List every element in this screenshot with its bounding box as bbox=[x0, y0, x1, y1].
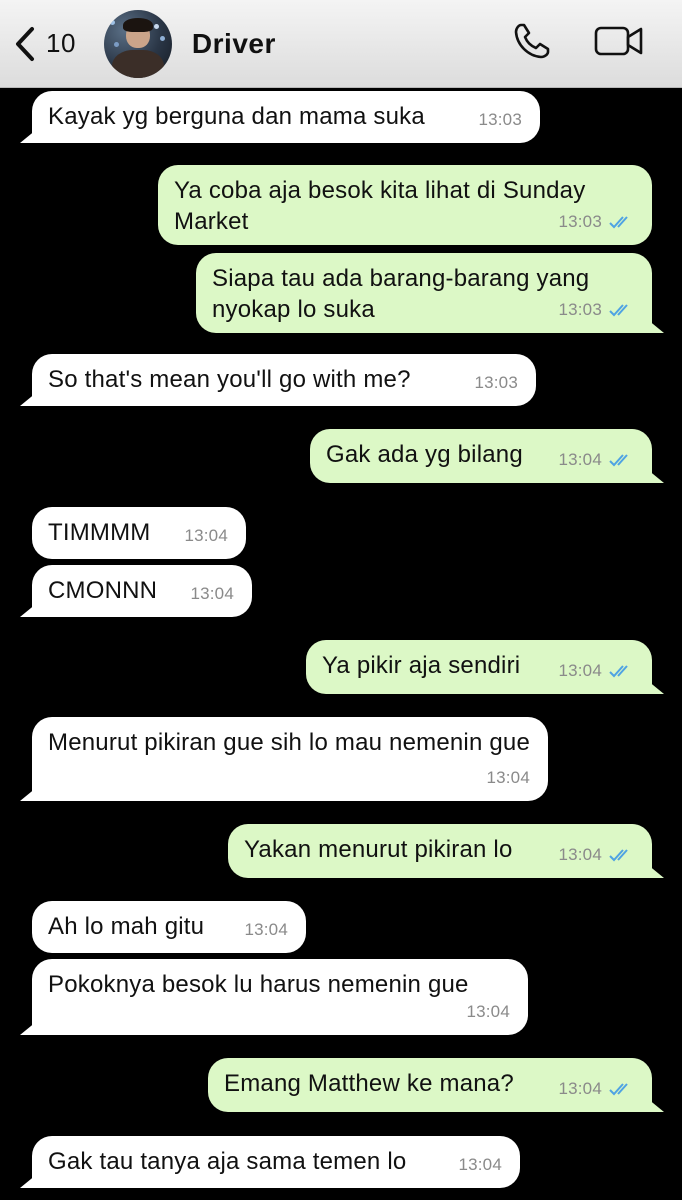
double-check-icon bbox=[609, 1082, 628, 1095]
phone-icon[interactable] bbox=[512, 21, 552, 66]
video-camera-icon[interactable] bbox=[594, 25, 644, 62]
message-time: 13:03 bbox=[474, 373, 518, 392]
message-bubble-outgoing[interactable]: Yakan menurut pikiran lo 13:04 bbox=[228, 824, 652, 878]
contact-name[interactable]: Driver bbox=[192, 28, 276, 60]
double-check-icon bbox=[609, 848, 628, 861]
message-text: So that's mean you'll go with me? bbox=[48, 366, 411, 393]
message-text: TIMMMM bbox=[48, 519, 151, 546]
message-bubble-outgoing[interactable]: Emang Matthew ke mana? 13:04 bbox=[208, 1058, 652, 1112]
chevron-left-icon bbox=[14, 26, 36, 62]
message-time: 13:04 bbox=[558, 661, 602, 680]
message-bubble-incoming[interactable]: CMONNN 13:04 bbox=[32, 565, 252, 617]
message-meta: 13:04 bbox=[558, 444, 634, 475]
message-time: 13:04 bbox=[458, 1155, 502, 1174]
message-time: 13:04 bbox=[466, 1002, 510, 1021]
message-meta: 13:04 bbox=[184, 520, 228, 551]
avatar[interactable] bbox=[103, 9, 172, 78]
message-bubble-incoming[interactable]: Ah lo mah gitu 13:04 bbox=[32, 901, 306, 953]
message-meta: 13:04 bbox=[466, 996, 510, 1027]
header-actions bbox=[512, 21, 644, 66]
double-check-icon bbox=[609, 215, 628, 228]
message-meta: 13:03 bbox=[478, 104, 522, 135]
message-time: 13:04 bbox=[184, 526, 228, 545]
message-text: Menurut pikiran gue sih lo mau nemenin g… bbox=[48, 729, 531, 756]
message-text: Pokoknya besok lu harus nemenin gue bbox=[48, 971, 469, 998]
message-text: Emang Matthew ke mana? bbox=[224, 1070, 514, 1097]
message-text: Ah lo mah gitu bbox=[48, 913, 205, 940]
message-time: 13:04 bbox=[486, 768, 530, 787]
message-time: 13:03 bbox=[558, 212, 602, 231]
message-meta: 13:04 bbox=[486, 762, 530, 793]
double-check-icon bbox=[609, 664, 628, 677]
message-meta: 13:04 bbox=[558, 1073, 634, 1104]
message-bubble-incoming[interactable]: Menurut pikiran gue sih lo mau nemenin g… bbox=[32, 717, 548, 801]
message-text: Yakan menurut pikiran lo bbox=[244, 836, 513, 863]
chat-screen: 10 Driver Kayak yg berguna dan mama suka… bbox=[0, 0, 682, 1200]
unread-count: 10 bbox=[46, 28, 76, 58]
message-bubble-outgoing[interactable]: Ya pikir aja sendiri 13:04 bbox=[306, 640, 652, 694]
message-bubble-incoming[interactable]: Pokoknya besok lu harus nemenin gue 13:0… bbox=[32, 959, 528, 1035]
message-meta: 13:03 bbox=[558, 294, 634, 325]
message-time: 13:04 bbox=[558, 845, 602, 864]
message-bubble-incoming[interactable]: TIMMMM 13:04 bbox=[32, 507, 246, 559]
message-time: 13:04 bbox=[244, 920, 288, 939]
message-time: 13:04 bbox=[558, 450, 602, 469]
back-button[interactable]: 10 bbox=[14, 26, 76, 62]
message-text: Ya pikir aja sendiri bbox=[322, 652, 521, 679]
double-check-icon bbox=[609, 303, 628, 316]
message-bubble-incoming[interactable]: Gak tau tanya aja sama temen lo 13:04 bbox=[32, 1136, 520, 1188]
message-meta: 13:03 bbox=[474, 367, 518, 398]
message-meta: 13:04 bbox=[558, 839, 634, 870]
message-time: 13:03 bbox=[478, 110, 522, 129]
message-time: 13:04 bbox=[558, 1079, 602, 1098]
message-bubble-incoming[interactable]: So that's mean you'll go with me? 13:03 bbox=[32, 354, 536, 406]
message-meta: 13:04 bbox=[458, 1149, 502, 1180]
message-meta: 13:04 bbox=[244, 914, 288, 945]
double-check-icon bbox=[609, 453, 628, 466]
message-text: Gak tau tanya aja sama temen lo bbox=[48, 1148, 407, 1175]
message-time: 13:04 bbox=[190, 584, 234, 603]
message-text: Gak ada yg bilang bbox=[326, 441, 523, 468]
chat-header: 10 Driver bbox=[0, 0, 682, 88]
message-text: Kayak yg berguna dan mama suka bbox=[48, 103, 425, 130]
message-bubble-outgoing[interactable]: Ya coba aja besok kita lihat di Sunday M… bbox=[158, 165, 652, 245]
message-time: 13:03 bbox=[558, 300, 602, 319]
message-bubble-outgoing[interactable]: Siapa tau ada barang-barang yang nyokap … bbox=[196, 253, 652, 333]
message-meta: 13:04 bbox=[190, 578, 234, 609]
message-bubble-incoming[interactable]: Kayak yg berguna dan mama suka 13:03 bbox=[32, 91, 540, 143]
message-text: CMONNN bbox=[48, 577, 158, 604]
message-bubble-outgoing[interactable]: Gak ada yg bilang 13:04 bbox=[310, 429, 652, 483]
message-meta: 13:03 bbox=[558, 206, 634, 237]
message-meta: 13:04 bbox=[558, 655, 634, 686]
